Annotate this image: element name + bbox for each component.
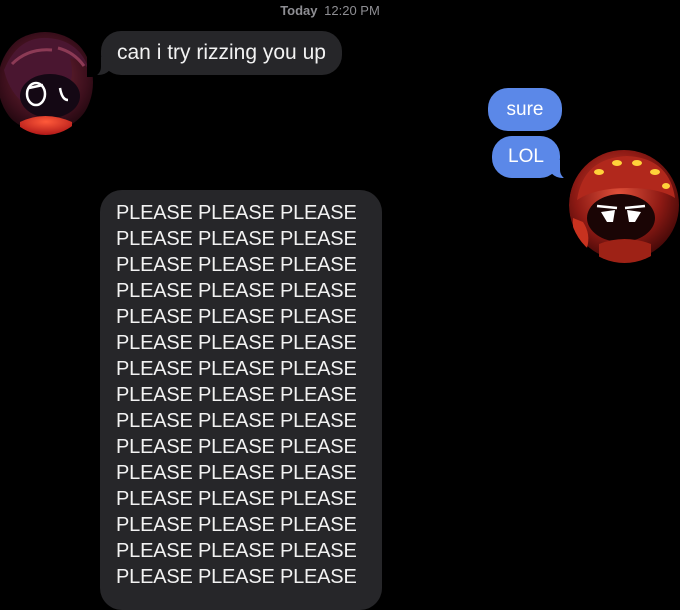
contact-avatar-right[interactable] [569, 148, 680, 263]
message-bubble-incoming[interactable]: PLEASE PLEASE PLEASE PLEASE PLEASE PLEAS… [100, 190, 382, 610]
message-text: LOL [508, 146, 544, 167]
message-line: PLEASE PLEASE PLEASE [116, 306, 357, 328]
message-text: can i try rizzing you up [117, 41, 326, 64]
message-line: PLEASE PLEASE PLEASE [116, 566, 357, 588]
message-text: PLEASE PLEASE PLEASE PLEASE PLEASE PLEAS… [116, 200, 382, 590]
message-line: PLEASE PLEASE PLEASE [116, 384, 357, 406]
message-line: PLEASE PLEASE PLEASE [116, 488, 357, 510]
message-bubble-outgoing[interactable]: LOL [492, 136, 574, 180]
red-robot-character-avatar [569, 150, 679, 263]
message-line: PLEASE PLEASE PLEASE [116, 436, 357, 458]
message-line: PLEASE PLEASE PLEASE [116, 462, 357, 484]
message-bubble-incoming[interactable]: can i try rizzing you up [87, 31, 342, 77]
message-line: PLEASE PLEASE PLEASE [116, 358, 357, 380]
timestamp-time: 12:20 PM [324, 3, 380, 18]
message-timestamp: Today 12:20 PM [0, 3, 660, 18]
message-bubble-outgoing[interactable]: sure [488, 88, 562, 131]
message-line: PLEASE PLEASE PLEASE [116, 254, 357, 276]
message-line: PLEASE PLEASE PLEASE [116, 332, 357, 354]
message-line: PLEASE PLEASE PLEASE [116, 514, 357, 536]
message-line: PLEASE PLEASE PLEASE [116, 280, 357, 302]
message-text: sure [506, 99, 544, 120]
contact-avatar-left[interactable] [0, 30, 93, 135]
message-line: PLEASE PLEASE PLEASE [116, 202, 357, 224]
timestamp-day: Today [280, 3, 318, 18]
message-line: PLEASE PLEASE PLEASE [116, 540, 357, 562]
purple-haired-character-avatar [0, 32, 93, 135]
message-line: PLEASE PLEASE PLEASE [116, 410, 357, 432]
message-line: PLEASE PLEASE PLEASE [116, 228, 357, 250]
